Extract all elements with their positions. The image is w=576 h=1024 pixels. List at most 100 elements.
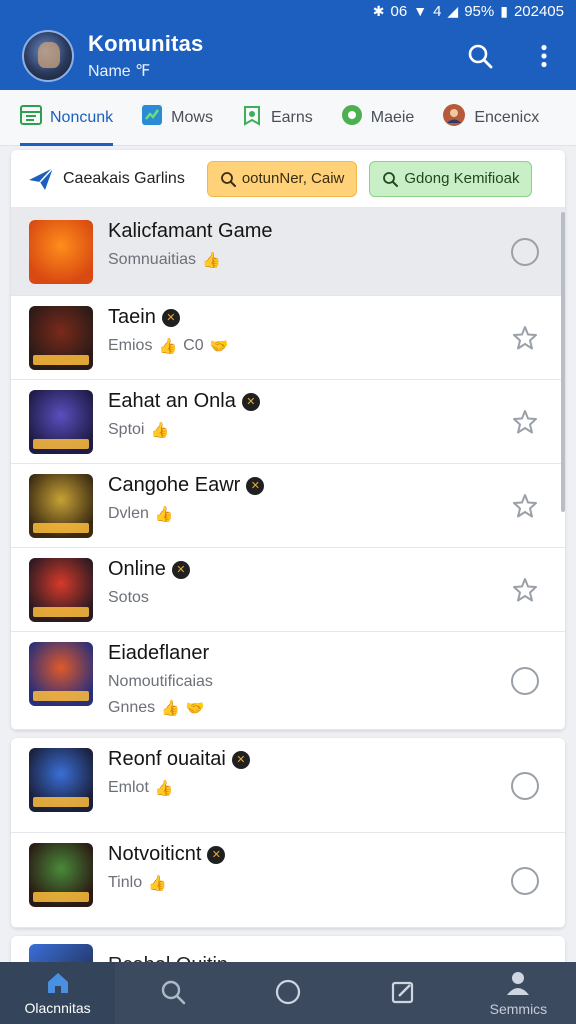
tab-label: Maeie	[370, 108, 415, 126]
status-time: 202405	[513, 2, 564, 20]
row-extra: C0	[183, 337, 204, 354]
home-icon	[45, 971, 71, 998]
game-thumbnail	[29, 390, 93, 454]
game-list-item[interactable]: Online ✕ Sotos	[11, 548, 565, 632]
nav-label: Olacnnitas	[24, 999, 91, 1016]
verified-badge-icon: ✕	[241, 392, 260, 411]
row-title: Online	[108, 558, 166, 580]
nav-compass[interactable]	[230, 962, 345, 1024]
nav-person[interactable]: Semmics	[461, 962, 576, 1024]
row-title: Kalicfamant Game	[108, 220, 273, 242]
signal-icon: ◢	[447, 2, 459, 19]
thumbs-up-icon: 👍	[148, 875, 167, 892]
verified-badge-icon: ✕	[231, 750, 250, 769]
person-icon	[505, 970, 531, 999]
green-filter-chip[interactable]: Gdong Kemifioak	[369, 160, 533, 197]
tab-earns[interactable]: Earns	[241, 90, 313, 146]
send-icon	[29, 166, 54, 190]
row-subtitle: Nomoutificaias	[108, 673, 213, 690]
game-thumbnail	[29, 748, 93, 812]
profile-icon	[442, 103, 466, 132]
row-title: Notvoiticnt	[108, 843, 202, 865]
thumbs-up-icon: 👍	[150, 422, 170, 439]
verified-badge-icon: ✕	[161, 308, 180, 327]
nav-home[interactable]: Olacnnitas	[0, 962, 116, 1024]
game-thumbnail	[29, 220, 93, 284]
status-left-text: 06	[390, 2, 408, 20]
verified-badge-icon: ✕	[207, 845, 226, 864]
handshake-icon: 🤝	[185, 700, 205, 717]
battery-text: 95%	[464, 2, 495, 20]
game-list-item[interactable]: Taein ✕ Emios 👍 C0 🤝	[11, 296, 565, 380]
search-chip[interactable]: ootunNer, Caiw	[206, 160, 358, 197]
bluetooth-icon: ✱	[372, 2, 385, 19]
row-subtitle: Tinlo	[108, 874, 143, 891]
tab-encenicx[interactable]: Encenicx	[442, 90, 539, 146]
select-radio[interactable]	[511, 238, 539, 266]
more-vert-icon	[541, 44, 547, 68]
row-title: Cangohe Eawr	[108, 474, 241, 496]
game-list-item[interactable]: Eahat an Onla ✕ Sptoi 👍	[11, 380, 565, 464]
filter-row: Caeakais Garlins ootunNer, Caiw Gdong Ke…	[11, 150, 565, 208]
tab-maeie[interactable]: Maeie	[341, 90, 415, 146]
verified-badge-icon: ✕	[171, 560, 190, 579]
row-subtitle: Sotos	[108, 589, 149, 606]
grid-icon	[20, 104, 42, 131]
circle-icon	[341, 104, 363, 131]
row-subtitle: Dvlen	[108, 505, 149, 522]
row-title: Eahat an Onla	[108, 390, 236, 412]
nav-search[interactable]	[115, 962, 230, 1024]
game-list-item[interactable]: Cangohe Eawr ✕ Dvlen 👍	[11, 464, 565, 548]
signal-text: 4	[433, 2, 442, 20]
favorite-star-icon[interactable]	[511, 408, 539, 436]
game-list-item[interactable]: Eiadeflaner Nomoutificaias Gnnes 👍 🤝	[11, 632, 565, 730]
scrollbar[interactable]	[561, 212, 565, 512]
compass-icon	[275, 979, 301, 1008]
avatar[interactable]	[22, 30, 74, 82]
favorite-star-icon[interactable]	[511, 324, 539, 352]
tab-bar: Noncunk Mows Earns Maeie Encenicx	[0, 90, 576, 146]
game-thumbnail	[29, 642, 93, 706]
nav-label: Semmics	[489, 1000, 548, 1017]
row-subtitle: Sptoi	[108, 421, 145, 438]
game-thumbnail	[29, 474, 93, 538]
app-title: Komunitas	[88, 31, 204, 56]
search-chip-label: ootunNer, Caiw	[241, 170, 345, 187]
select-radio[interactable]	[511, 667, 539, 695]
search-icon	[220, 171, 236, 187]
more-options-button[interactable]	[530, 42, 558, 70]
search-icon	[468, 44, 493, 69]
row-subtitle: Emlot	[108, 779, 149, 796]
row-title: Eiadeflaner	[108, 642, 210, 664]
game-list-item[interactable]: Notvoiticnt ✕ Tinlo 👍	[11, 833, 565, 928]
thumbs-up-icon: 👍	[154, 506, 174, 523]
battery-icon: ▮	[500, 2, 508, 19]
favorite-star-icon[interactable]	[511, 576, 539, 604]
thumbs-up-icon: 👍	[161, 700, 180, 717]
green-chip-label: Gdong Kemifioak	[404, 170, 520, 187]
tab-label: Mows	[171, 108, 213, 126]
handshake-icon: 🤝	[209, 338, 229, 355]
thumbs-up-icon: 👍	[154, 780, 174, 797]
tab-mows[interactable]: Mows	[141, 90, 213, 146]
game-list-item[interactable]: Kalicfamant Game Somnuaitias 👍	[11, 208, 565, 296]
search-button[interactable]	[466, 42, 494, 70]
game-list-item[interactable]: Reonf ouaitai ✕ Emlot 👍	[11, 738, 565, 833]
thumbs-up-icon: 👍	[158, 338, 178, 355]
favorite-star-icon[interactable]	[511, 492, 539, 520]
game-list-card-2: Reonf ouaitai ✕ Emlot 👍 Notvoiticnt ✕ Tinlo 👍	[11, 738, 565, 928]
app-bar: Komunitas Name ℉	[0, 22, 576, 90]
wifi-icon: ▼	[413, 3, 428, 19]
thumbs-up-icon: 👍	[202, 252, 221, 269]
search-icon	[160, 979, 186, 1008]
tab-label: Noncunk	[50, 108, 114, 126]
search-icon	[383, 171, 399, 187]
nav-edit[interactable]	[346, 962, 461, 1024]
bottom-nav: Olacnnitas Semmics	[0, 962, 576, 1024]
select-radio[interactable]	[511, 771, 539, 800]
game-thumbnail	[29, 558, 93, 622]
app-subtitle: Name ℉	[88, 63, 151, 80]
status-bar: ✱ 06 ▼ 4 ◢ 95% ▮ 202405	[0, 0, 576, 22]
tab-noncunk[interactable]: Noncunk	[20, 90, 114, 146]
select-radio[interactable]	[511, 866, 539, 895]
